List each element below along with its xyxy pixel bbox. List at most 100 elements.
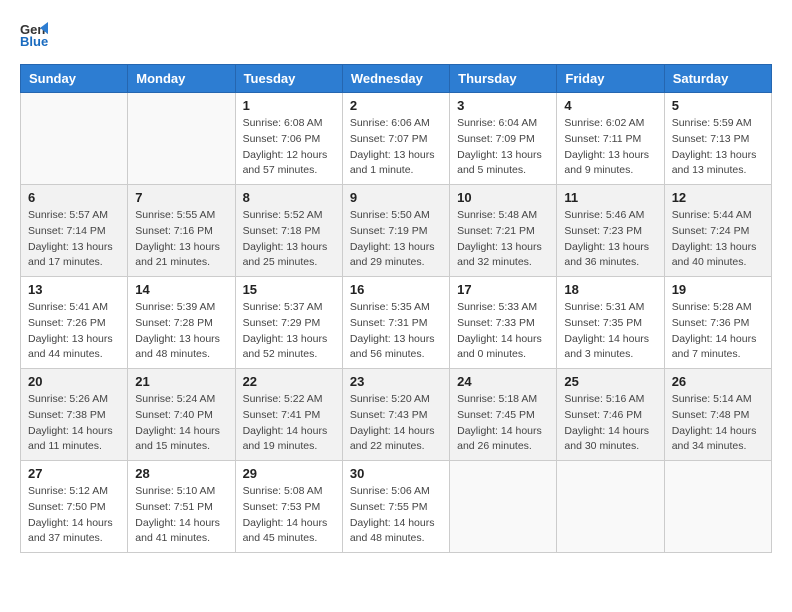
day-info: Sunrise: 5:14 AM Sunset: 7:48 PM Dayligh… — [672, 392, 764, 455]
day-number: 22 — [243, 374, 335, 389]
day-header-sunday: Sunday — [21, 65, 128, 93]
calendar-table: SundayMondayTuesdayWednesdayThursdayFrid… — [20, 64, 772, 553]
day-header-saturday: Saturday — [664, 65, 771, 93]
day-info: Sunrise: 5:44 AM Sunset: 7:24 PM Dayligh… — [672, 208, 764, 271]
calendar-cell — [128, 93, 235, 185]
day-number: 27 — [28, 466, 120, 481]
calendar-cell: 9 Sunrise: 5:50 AM Sunset: 7:19 PM Daylig… — [342, 185, 449, 277]
calendar-cell: 26Sunrise: 5:14 AM Sunset: 7:48 PM Dayli… — [664, 369, 771, 461]
day-number: 30 — [350, 466, 442, 481]
day-number: 4 — [564, 98, 656, 113]
calendar-cell: 13Sunrise: 5:41 AM Sunset: 7:26 PM Dayli… — [21, 277, 128, 369]
day-number: 15 — [243, 282, 335, 297]
calendar-cell: 15 Sunrise: 5:37 AM Sunset: 7:29 PM Dayli… — [235, 277, 342, 369]
day-number: 28 — [135, 466, 227, 481]
calendar-week-row: 13Sunrise: 5:41 AM Sunset: 7:26 PM Dayli… — [21, 277, 772, 369]
day-number: 19 — [672, 282, 764, 297]
calendar-cell: 25 Sunrise: 5:16 AM Sunset: 7:46 PM Dayli… — [557, 369, 664, 461]
day-info: Sunrise: 5:31 AM Sunset: 7:35 PM Dayligh… — [564, 300, 656, 363]
calendar-cell: 27Sunrise: 5:12 AM Sunset: 7:50 PM Dayli… — [21, 461, 128, 553]
day-info: Sunrise: 5:33 AM Sunset: 7:33 PM Dayligh… — [457, 300, 549, 363]
day-info: Sunrise: 5:41 AM Sunset: 7:26 PM Dayligh… — [28, 300, 120, 363]
day-info: Sunrise: 5:37 AM Sunset: 7:29 PM Dayligh… — [243, 300, 335, 363]
calendar-cell: 7 Sunrise: 5:55 AM Sunset: 7:16 PM Daylig… — [128, 185, 235, 277]
day-header-thursday: Thursday — [450, 65, 557, 93]
day-number: 29 — [243, 466, 335, 481]
day-info: Sunrise: 6:02 AM Sunset: 7:11 PM Dayligh… — [564, 116, 656, 179]
calendar-week-row: 6 Sunrise: 5:57 AM Sunset: 7:14 PM Daylig… — [21, 185, 772, 277]
day-info: Sunrise: 6:04 AM Sunset: 7:09 PM Dayligh… — [457, 116, 549, 179]
day-number: 5 — [672, 98, 764, 113]
calendar-cell: 17 Sunrise: 5:33 AM Sunset: 7:33 PM Dayli… — [450, 277, 557, 369]
calendar-cell — [450, 461, 557, 553]
calendar-cell: 16Sunrise: 5:35 AM Sunset: 7:31 PM Dayli… — [342, 277, 449, 369]
calendar-cell — [664, 461, 771, 553]
day-info: Sunrise: 6:06 AM Sunset: 7:07 PM Dayligh… — [350, 116, 442, 179]
day-info: Sunrise: 6:08 AM Sunset: 7:06 PM Dayligh… — [243, 116, 335, 179]
day-info: Sunrise: 5:26 AM Sunset: 7:38 PM Dayligh… — [28, 392, 120, 455]
calendar-cell: 2 Sunrise: 6:06 AM Sunset: 7:07 PM Daylig… — [342, 93, 449, 185]
calendar-cell: 29 Sunrise: 5:08 AM Sunset: 7:53 PM Dayli… — [235, 461, 342, 553]
day-info: Sunrise: 5:10 AM Sunset: 7:51 PM Dayligh… — [135, 484, 227, 547]
day-number: 7 — [135, 190, 227, 205]
calendar-week-row: 27Sunrise: 5:12 AM Sunset: 7:50 PM Dayli… — [21, 461, 772, 553]
calendar-week-row: 20 Sunrise: 5:26 AM Sunset: 7:38 PM Dayli… — [21, 369, 772, 461]
calendar-cell: 21Sunrise: 5:24 AM Sunset: 7:40 PM Dayli… — [128, 369, 235, 461]
calendar-cell: 22 Sunrise: 5:22 AM Sunset: 7:41 PM Dayli… — [235, 369, 342, 461]
logo: General Blue — [20, 20, 52, 48]
day-info: Sunrise: 5:50 AM Sunset: 7:19 PM Dayligh… — [350, 208, 442, 271]
calendar-cell — [557, 461, 664, 553]
calendar-cell: 30 Sunrise: 5:06 AM Sunset: 7:55 PM Dayli… — [342, 461, 449, 553]
calendar-cell: 24 Sunrise: 5:18 AM Sunset: 7:45 PM Dayli… — [450, 369, 557, 461]
day-info: Sunrise: 5:55 AM Sunset: 7:16 PM Dayligh… — [135, 208, 227, 271]
page-header: General Blue — [20, 20, 772, 48]
day-number: 11 — [564, 190, 656, 205]
day-number: 14 — [135, 282, 227, 297]
calendar-cell: 19 Sunrise: 5:28 AM Sunset: 7:36 PM Dayli… — [664, 277, 771, 369]
day-info: Sunrise: 5:28 AM Sunset: 7:36 PM Dayligh… — [672, 300, 764, 363]
day-info: Sunrise: 5:24 AM Sunset: 7:40 PM Dayligh… — [135, 392, 227, 455]
calendar-cell: 4 Sunrise: 6:02 AM Sunset: 7:11 PM Daylig… — [557, 93, 664, 185]
day-header-monday: Monday — [128, 65, 235, 93]
calendar-cell: 23 Sunrise: 5:20 AM Sunset: 7:43 PM Dayli… — [342, 369, 449, 461]
day-number: 9 — [350, 190, 442, 205]
day-info: Sunrise: 5:18 AM Sunset: 7:45 PM Dayligh… — [457, 392, 549, 455]
day-info: Sunrise: 5:22 AM Sunset: 7:41 PM Dayligh… — [243, 392, 335, 455]
day-number: 18 — [564, 282, 656, 297]
day-info: Sunrise: 5:46 AM Sunset: 7:23 PM Dayligh… — [564, 208, 656, 271]
day-number: 12 — [672, 190, 764, 205]
day-info: Sunrise: 5:48 AM Sunset: 7:21 PM Dayligh… — [457, 208, 549, 271]
day-number: 25 — [564, 374, 656, 389]
day-number: 6 — [28, 190, 120, 205]
calendar-cell: 14 Sunrise: 5:39 AM Sunset: 7:28 PM Dayli… — [128, 277, 235, 369]
day-number: 20 — [28, 374, 120, 389]
day-number: 1 — [243, 98, 335, 113]
calendar-cell: 18 Sunrise: 5:31 AM Sunset: 7:35 PM Dayli… — [557, 277, 664, 369]
day-number: 24 — [457, 374, 549, 389]
day-number: 17 — [457, 282, 549, 297]
day-header-friday: Friday — [557, 65, 664, 93]
svg-text:Blue: Blue — [20, 34, 48, 48]
calendar-cell: 10 Sunrise: 5:48 AM Sunset: 7:21 PM Dayli… — [450, 185, 557, 277]
calendar-cell: 3Sunrise: 6:04 AM Sunset: 7:09 PM Daylig… — [450, 93, 557, 185]
day-info: Sunrise: 5:08 AM Sunset: 7:53 PM Dayligh… — [243, 484, 335, 547]
calendar-cell: 12 Sunrise: 5:44 AM Sunset: 7:24 PM Dayli… — [664, 185, 771, 277]
calendar-cell: 5Sunrise: 5:59 AM Sunset: 7:13 PM Daylig… — [664, 93, 771, 185]
calendar-cell: 28 Sunrise: 5:10 AM Sunset: 7:51 PM Dayli… — [128, 461, 235, 553]
day-header-wednesday: Wednesday — [342, 65, 449, 93]
day-header-tuesday: Tuesday — [235, 65, 342, 93]
day-info: Sunrise: 5:20 AM Sunset: 7:43 PM Dayligh… — [350, 392, 442, 455]
day-number: 23 — [350, 374, 442, 389]
day-info: Sunrise: 5:52 AM Sunset: 7:18 PM Dayligh… — [243, 208, 335, 271]
day-number: 2 — [350, 98, 442, 113]
day-number: 8 — [243, 190, 335, 205]
day-info: Sunrise: 5:16 AM Sunset: 7:46 PM Dayligh… — [564, 392, 656, 455]
calendar-cell: 1 Sunrise: 6:08 AM Sunset: 7:06 PM Daylig… — [235, 93, 342, 185]
logo-icon: General Blue — [20, 20, 48, 48]
day-info: Sunrise: 5:57 AM Sunset: 7:14 PM Dayligh… — [28, 208, 120, 271]
day-number: 10 — [457, 190, 549, 205]
day-info: Sunrise: 5:39 AM Sunset: 7:28 PM Dayligh… — [135, 300, 227, 363]
calendar-cell: 6 Sunrise: 5:57 AM Sunset: 7:14 PM Daylig… — [21, 185, 128, 277]
calendar-cell: 20 Sunrise: 5:26 AM Sunset: 7:38 PM Dayli… — [21, 369, 128, 461]
day-info: Sunrise: 5:06 AM Sunset: 7:55 PM Dayligh… — [350, 484, 442, 547]
